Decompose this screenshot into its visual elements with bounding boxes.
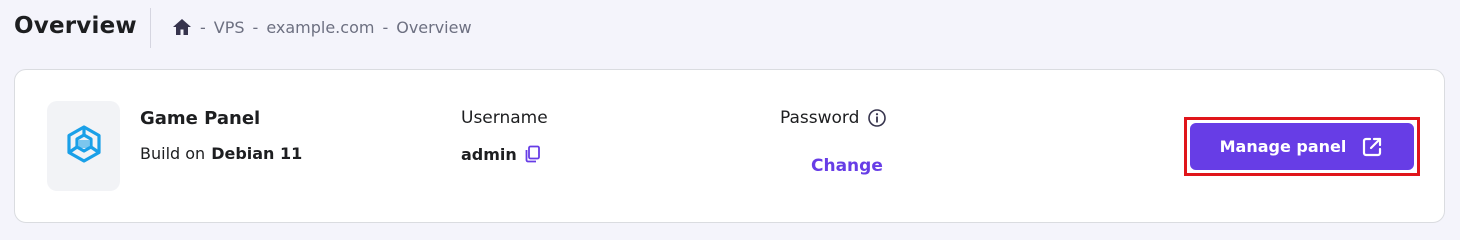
username-label: Username (461, 108, 548, 128)
username-row: admin (461, 144, 548, 164)
game-panel-card: Game Panel Build on Debian 11 Username a… (14, 69, 1445, 223)
info-icon[interactable] (867, 108, 887, 128)
panel-info: Game Panel Build on Debian 11 (140, 106, 302, 164)
breadcrumb-item-vps[interactable]: VPS (214, 18, 245, 37)
password-label-row: Password (780, 106, 887, 130)
page-title: Overview (14, 13, 137, 39)
username-value: admin (461, 144, 517, 164)
home-icon[interactable] (172, 17, 192, 37)
page-header: Overview - VPS - example.com - Overview (0, 0, 1460, 56)
build-os: Debian 11 (211, 144, 303, 163)
manage-panel-button[interactable]: Manage panel (1190, 123, 1414, 170)
panel-build: Build on Debian 11 (140, 144, 302, 163)
breadcrumb-item-current: Overview (396, 17, 472, 37)
password-label: Password (780, 108, 860, 128)
build-prefix: Build on (140, 144, 206, 163)
password-block: Password (780, 106, 887, 130)
panel-logo (47, 101, 120, 191)
username-block: Username admin (461, 106, 548, 164)
copy-icon[interactable] (523, 144, 543, 164)
breadcrumb-separator: - (252, 17, 259, 37)
manage-panel-label: Manage panel (1219, 137, 1347, 156)
external-link-icon (1360, 135, 1384, 159)
title-divider (150, 8, 151, 48)
panel-name: Game Panel (140, 107, 261, 129)
game-panel-logo-icon (64, 124, 104, 168)
highlight-box: Manage panel (1184, 117, 1420, 176)
change-password-link[interactable]: Change (811, 156, 883, 176)
breadcrumb-separator: - (382, 17, 389, 37)
breadcrumb: - VPS - example.com - Overview (172, 17, 472, 37)
breadcrumb-item-domain[interactable]: example.com (266, 18, 374, 37)
breadcrumb-separator: - (200, 17, 206, 37)
